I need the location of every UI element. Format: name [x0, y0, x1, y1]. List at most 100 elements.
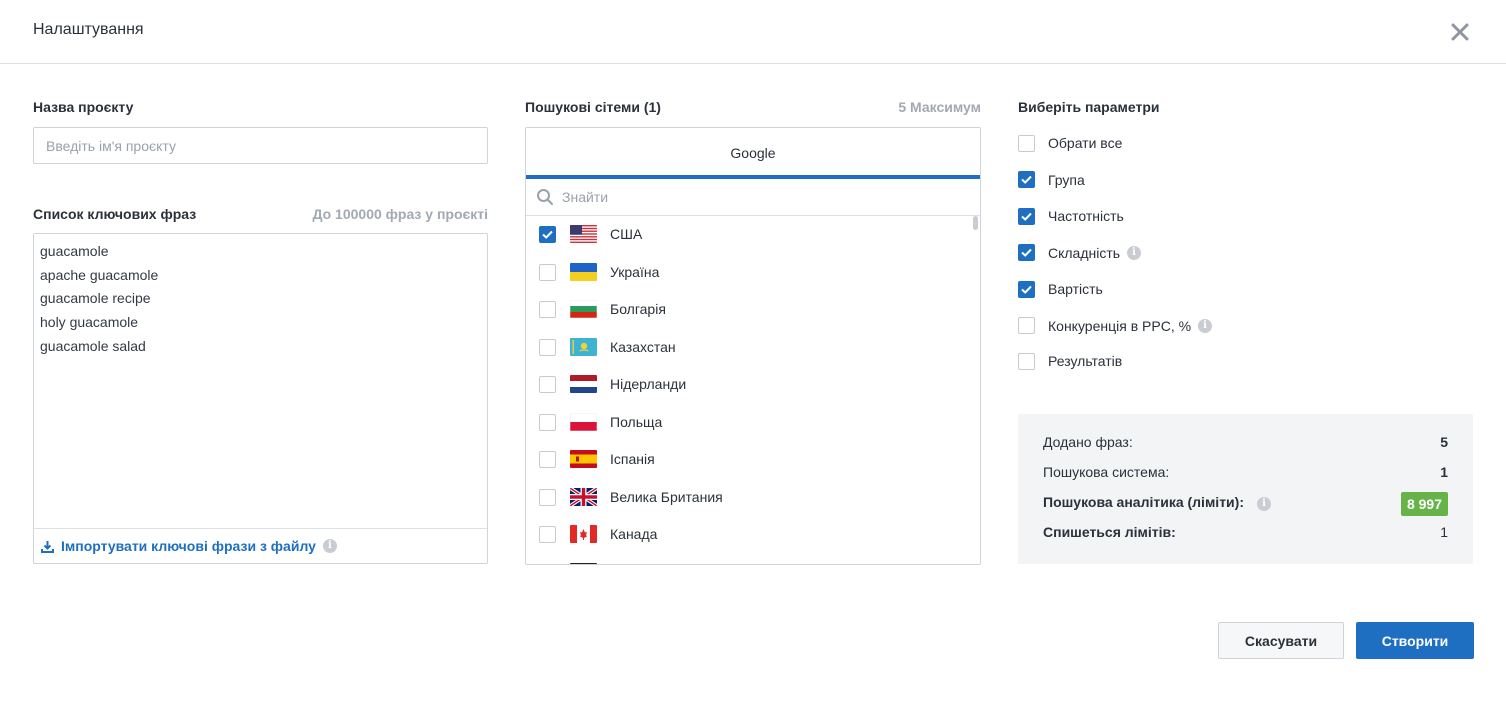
region-name: Канада	[610, 526, 658, 542]
summary-label: Спишеться лімітів:	[1043, 524, 1176, 540]
search-engines-max-hint: 5 Максимум	[898, 99, 981, 115]
parameters-label: Виберіть параметри	[1018, 99, 1160, 115]
param-checkbox[interactable]	[1018, 244, 1035, 261]
region-item-netherlands[interactable]: Нідерланди	[526, 366, 972, 403]
region-checkbox[interactable]	[539, 451, 556, 468]
tab-google[interactable]: Google	[526, 128, 980, 179]
region-name: Нідерланди	[610, 376, 687, 392]
region-name: Іспанія	[610, 451, 655, 467]
ua-flag-icon	[570, 262, 597, 281]
download-icon	[41, 540, 54, 553]
flag-icon	[570, 562, 597, 564]
close-icon	[1451, 23, 1469, 41]
param-results[interactable]: Результатів	[1018, 351, 1122, 371]
region-checkbox[interactable]	[539, 526, 556, 543]
region-name: Казахстан	[610, 338, 676, 355]
keywords-limit-hint: До 100000 фраз у проєкті	[312, 206, 488, 222]
cancel-button[interactable]: Скасувати	[1218, 622, 1344, 659]
search-icon	[537, 189, 553, 205]
region-name: Україна	[610, 263, 660, 280]
region-list-scrollbar[interactable]	[973, 216, 978, 230]
region-checkbox[interactable]	[539, 338, 556, 356]
summary-phrases: Додано фраз: 5	[1043, 432, 1448, 454]
keywords-box: Імпортувати ключові фрази з файлу i	[33, 233, 488, 564]
bg-flag-icon	[570, 300, 597, 318]
param-checkbox[interactable]	[1018, 171, 1035, 188]
param-checkbox[interactable]	[1018, 317, 1035, 334]
import-keywords-link[interactable]: Імпортувати ключові фрази з файлу i	[41, 538, 337, 554]
import-keywords-label: Імпортувати ключові фрази з файлу	[61, 538, 316, 554]
keywords-footer: Імпортувати ключові фрази з файлу i	[34, 528, 487, 563]
region-name: США	[610, 226, 643, 242]
param-name: Складність	[1048, 244, 1121, 261]
param-difficulty[interactable]: Складність i	[1018, 243, 1142, 263]
region-search	[526, 179, 980, 216]
keywords-textarea[interactable]	[34, 234, 487, 528]
region-search-input[interactable]	[562, 184, 962, 210]
nl-flag-icon	[570, 375, 597, 393]
region-item-canada[interactable]: Канада	[526, 516, 972, 553]
us-flag-icon	[570, 225, 597, 243]
param-checkbox[interactable]	[1018, 207, 1035, 225]
region-item-poland[interactable]: Польща	[526, 404, 972, 441]
param-group[interactable]: Група	[1018, 170, 1085, 190]
region-checkbox[interactable]	[539, 301, 556, 318]
region-name: Болгарія	[610, 301, 666, 317]
param-checkbox[interactable]	[1018, 134, 1035, 152]
keywords-label: Список ключових фраз	[33, 206, 197, 222]
search-engines-label: Пошукові сітеми (1)	[525, 99, 661, 115]
summary-limits: Пошукова аналітика (ліміти): i 8 997	[1043, 492, 1448, 516]
summary-engines: Пошукова система: 1	[1043, 462, 1448, 484]
project-name-label: Назва проєкту	[33, 99, 134, 115]
create-button[interactable]: Створити	[1356, 622, 1474, 659]
summary-label: Додано фраз:	[1043, 434, 1133, 450]
region-item-bulgaria[interactable]: Болгарія	[526, 291, 972, 328]
dialog-title: Налаштування	[33, 21, 144, 38]
checkmark-icon	[1021, 285, 1032, 294]
info-icon[interactable]: i	[1198, 318, 1213, 333]
region-item-ukraine[interactable]: Україна	[526, 254, 972, 291]
gb-flag-icon	[570, 487, 597, 506]
summary-value: 1	[1440, 464, 1448, 480]
summary-label: Пошукова аналітика (ліміти):	[1043, 494, 1244, 510]
region-item-spain[interactable]: Іспанія	[526, 441, 972, 478]
info-icon[interactable]: i	[1257, 497, 1271, 511]
param-name: Результатів	[1048, 353, 1123, 369]
region-checkbox[interactable]	[539, 413, 556, 431]
param-select-all[interactable]: Обрати все	[1018, 133, 1122, 153]
region-checkbox[interactable]	[539, 263, 556, 281]
close-button[interactable]	[1449, 21, 1471, 43]
region-item-next[interactable]	[526, 554, 972, 564]
param-checkbox[interactable]	[1018, 280, 1035, 298]
checkmark-icon	[1021, 212, 1032, 221]
info-icon[interactable]: i	[1127, 245, 1142, 260]
project-name-input[interactable]	[33, 127, 488, 164]
region-name: Велика Британия	[610, 488, 723, 505]
region-item-great-britain[interactable]: Велика Британия	[526, 479, 972, 516]
region-list: США Україна Болгарія Казахстан Нідерланд…	[526, 216, 980, 564]
info-icon[interactable]: i	[322, 539, 337, 553]
param-frequency[interactable]: Частотність	[1018, 206, 1124, 226]
ca-flag-icon	[570, 525, 597, 543]
region-name: Польща	[610, 413, 663, 430]
summary-value: 1	[1440, 524, 1448, 540]
param-ppc-competition[interactable]: Конкуренція в PPC, % i	[1018, 316, 1213, 336]
pl-flag-icon	[570, 412, 597, 431]
region-checkbox[interactable]	[539, 488, 556, 506]
param-name: Конкуренція в PPC, %	[1048, 317, 1192, 334]
region-checkbox[interactable]	[539, 376, 556, 393]
checkmark-icon	[1021, 248, 1032, 257]
summary-spend: Спишеться лімітів: 1	[1043, 522, 1448, 544]
region-item-kazakhstan[interactable]: Казахстан	[526, 329, 972, 366]
region-checkbox[interactable]	[539, 563, 556, 564]
checkmark-icon	[542, 230, 553, 239]
param-checkbox[interactable]	[1018, 352, 1035, 370]
search-engines-panel: Google США Україна Болгарія	[525, 127, 981, 565]
summary-value: 5	[1440, 434, 1448, 450]
limits-badge: 8 997	[1400, 492, 1448, 516]
param-name: Вартість	[1048, 281, 1103, 297]
param-name: Частотність	[1048, 208, 1124, 224]
region-item-usa[interactable]: США	[526, 216, 972, 253]
param-cost[interactable]: Вартість	[1018, 279, 1103, 299]
region-checkbox[interactable]	[539, 226, 556, 243]
